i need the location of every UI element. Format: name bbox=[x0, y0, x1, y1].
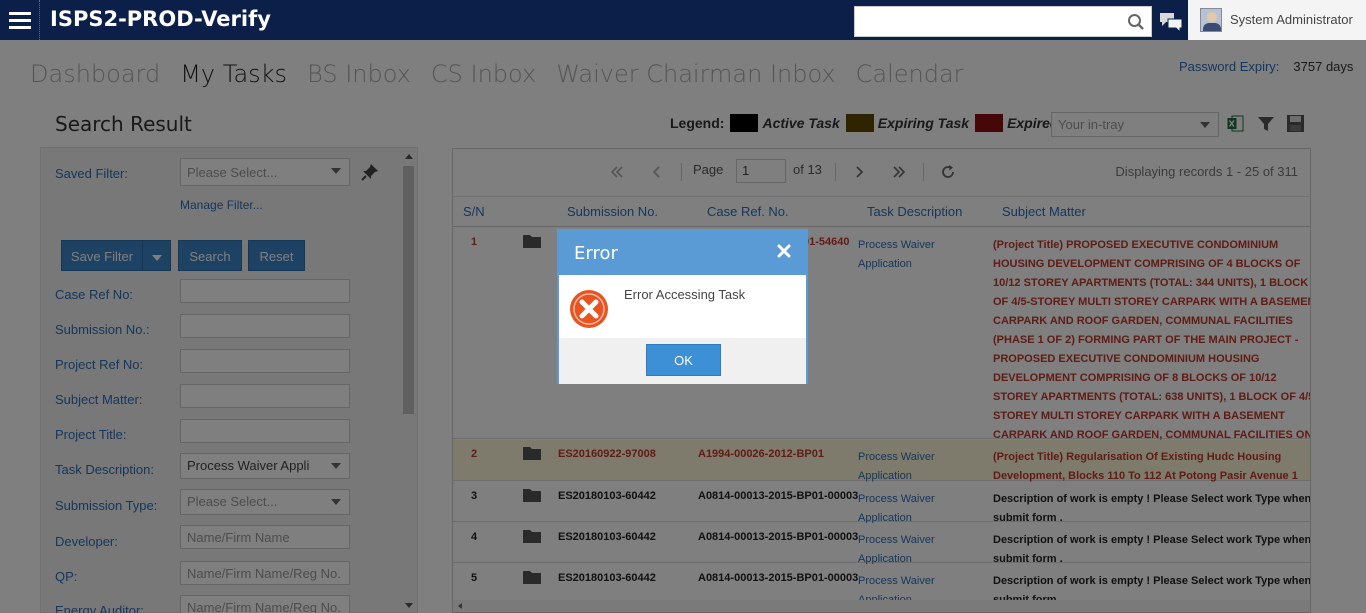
close-icon[interactable] bbox=[776, 243, 792, 259]
dialog-header: Error bbox=[559, 231, 806, 275]
user-menu[interactable]: System Administrator bbox=[1188, 0, 1366, 40]
chat-icon[interactable] bbox=[1158, 10, 1184, 34]
dialog-message: Error Accessing Task bbox=[624, 287, 746, 302]
top-bar: ISPS2-PROD-Verify System Administrator bbox=[0, 0, 1366, 40]
ok-button[interactable]: OK bbox=[646, 344, 721, 376]
error-dialog: Error Error Accessing Task OK bbox=[557, 229, 808, 384]
dialog-title: Error bbox=[574, 243, 618, 264]
dialog-footer: OK bbox=[559, 338, 806, 384]
search-icon[interactable] bbox=[1127, 13, 1145, 31]
user-name: System Administrator bbox=[1230, 12, 1353, 27]
avatar bbox=[1200, 8, 1222, 32]
app-title: ISPS2-PROD-Verify bbox=[50, 7, 271, 31]
global-search-input[interactable] bbox=[854, 6, 1152, 37]
hamburger-menu-icon[interactable] bbox=[0, 0, 40, 40]
error-icon bbox=[570, 290, 608, 328]
